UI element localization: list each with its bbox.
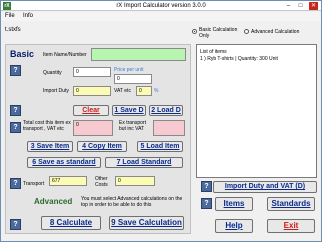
save-d-button[interactable]: 1 Save D (112, 105, 146, 116)
item-name-field[interactable] (91, 48, 186, 61)
app-window: rX rX Import Calculator version 3.0.0 – … (0, 0, 322, 242)
menu-bar: File Info (1, 12, 321, 21)
basic-calculation-radio[interactable] (192, 29, 197, 34)
exit-button[interactable]: Exit (267, 219, 315, 233)
vat-label: VAT etc (114, 88, 131, 94)
import-duty-field[interactable]: 0 (73, 86, 111, 96)
advanced-calculation-radio[interactable] (244, 29, 249, 34)
file-name: t.stxfs (5, 27, 21, 33)
item-name-label: Item Name/Number (43, 52, 87, 58)
quantity-label: Quantity (43, 70, 62, 76)
window-title: rX Import Calculator version 3.0.0 (116, 3, 206, 9)
advanced-note: You must select Advanced calculations on… (81, 196, 183, 208)
import-duty-help-button[interactable]: ? (201, 181, 212, 192)
quantity-field[interactable]: 0 (73, 67, 111, 77)
calculate-button[interactable]: 8 Calculate (41, 216, 101, 230)
total-cost-label: Total cost this item ex transport , VAT … (23, 120, 71, 132)
help-button[interactable]: Help (215, 219, 253, 233)
calculate-help-button[interactable]: ? (10, 219, 21, 230)
clear-help-button[interactable]: ? (10, 105, 21, 116)
other-costs-label: Other Costs (95, 176, 108, 188)
vat-field[interactable]: 0 (136, 86, 152, 96)
maximize-button[interactable]: □ (296, 2, 305, 10)
advanced-calculation-label: Advanced Calculation (251, 29, 300, 35)
transport-label: Transport (23, 181, 45, 187)
items-help-button[interactable]: ? (201, 198, 212, 209)
basic-calculation-label: Basic Calculation Only (199, 27, 238, 39)
items-list[interactable]: List of items 1 ) Ryb T-shirts | Quantit… (196, 44, 317, 178)
ex-transport-field (153, 120, 185, 136)
transport-field[interactable]: 677 (49, 176, 87, 186)
close-button[interactable]: ✕ (309, 2, 318, 10)
total-cost-field: 0 (73, 120, 113, 136)
minimize-button[interactable]: – (284, 2, 293, 10)
vat-percent-label: % (154, 88, 159, 94)
import-duty-label: Import Duty (43, 88, 69, 94)
clear-button[interactable]: Clear (73, 105, 109, 116)
totals-help-button[interactable]: ? (10, 122, 21, 133)
items-list-header: List of items (200, 49, 227, 55)
import-duty-vat-button[interactable]: Import Duty and VAT (D) (213, 181, 317, 193)
basic-help-button[interactable]: ? (10, 65, 21, 76)
basic-heading: Basic (10, 49, 35, 59)
save-calculation-button[interactable]: 9 Save Calculation (109, 216, 184, 230)
price-per-unit-field[interactable]: 0 (114, 74, 152, 84)
title-bar: rX rX Import Calculator version 3.0.0 – … (1, 1, 321, 11)
copy-item-button[interactable]: 4 Copy Item (77, 141, 127, 152)
load-standard-button[interactable]: 7 Load Standard (105, 157, 183, 168)
ex-transport-label: Ex transport but inc VAT (119, 120, 146, 132)
advanced-heading: Advanced (34, 197, 73, 206)
items-button[interactable]: Items (215, 197, 253, 211)
load-d-button[interactable]: 2 Load D (149, 105, 183, 116)
menu-info[interactable]: Info (23, 13, 33, 20)
standards-button[interactable]: Standards (267, 197, 315, 211)
load-item-button[interactable]: 5 Load Item (137, 141, 183, 152)
list-item[interactable]: 1 ) Ryb T-shirts | Quantity: 300 Unit (200, 56, 278, 62)
save-as-standard-button[interactable]: 6 Save as standard (27, 157, 101, 168)
save-item-button[interactable]: 3 Save Item (27, 141, 73, 152)
menu-file[interactable]: File (5, 13, 15, 20)
other-costs-field[interactable]: 0 (115, 176, 155, 186)
transport-help-button[interactable]: ? (10, 178, 21, 189)
price-per-unit-label: Price per unit (114, 67, 144, 73)
